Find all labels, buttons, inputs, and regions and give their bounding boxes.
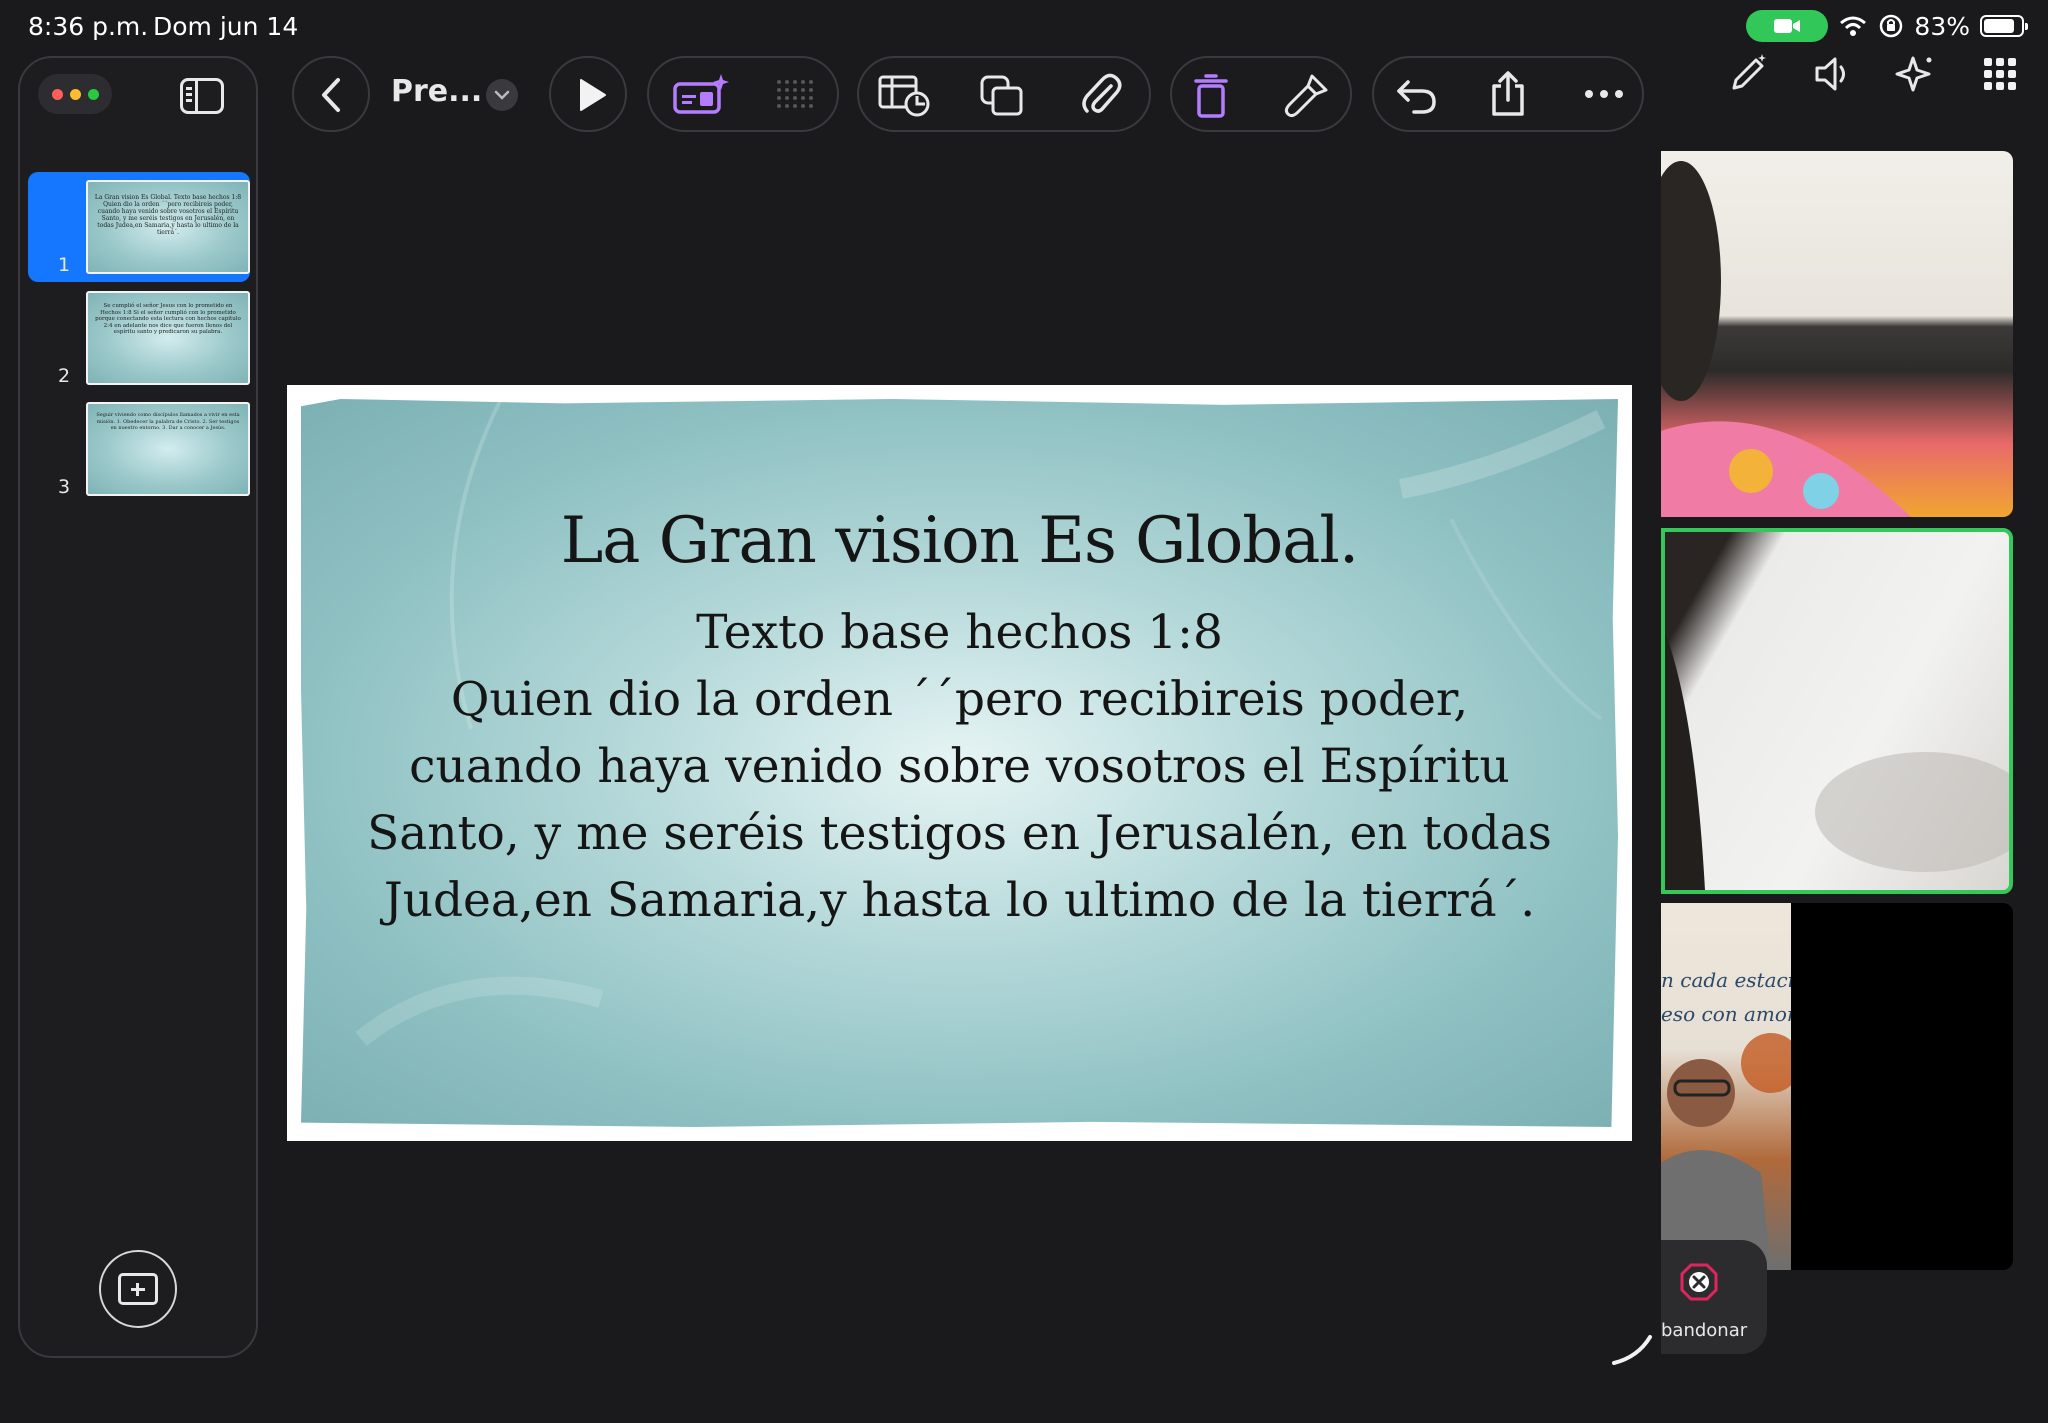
attachment-icon[interactable] bbox=[1079, 72, 1123, 118]
slide-preview: La Gran vision Es Global. Texto base hec… bbox=[86, 180, 250, 274]
slide-body-line: Judea,en Samaria,y hasta lo ultimo de la… bbox=[383, 873, 1536, 928]
video-tile-participant-3[interactable]: n cada estaci eso con amor bbox=[1661, 903, 1791, 1270]
battery-percentage: 83% bbox=[1914, 11, 1970, 41]
wifi-icon bbox=[1840, 16, 1867, 36]
resize-handle-icon[interactable] bbox=[1610, 1325, 1656, 1367]
table-chart-icon[interactable] bbox=[877, 74, 931, 118]
camera-in-use-indicator[interactable] bbox=[1746, 10, 1829, 42]
sparkle-icon[interactable] bbox=[1893, 52, 1937, 96]
markup-pen-icon[interactable] bbox=[1726, 52, 1770, 96]
slide-thumbnail-1[interactable]: 1 La Gran vision Es Global. Texto base h… bbox=[28, 172, 250, 282]
orientation-lock-icon bbox=[1880, 14, 1903, 38]
battery-icon bbox=[1980, 15, 2028, 37]
slide-title[interactable]: La Gran vision Es Global. bbox=[301, 504, 1618, 578]
grid-dots-icon[interactable] bbox=[775, 78, 815, 114]
sidebar-toggle-icon[interactable] bbox=[180, 78, 224, 114]
slide-body-line: Quien dio la orden ´´pero recibireis pod… bbox=[450, 672, 1469, 727]
back-chevron-icon bbox=[322, 78, 340, 112]
chevron-down-icon bbox=[494, 90, 510, 100]
slide-body-line: Santo, y me seréis testigos en Jerusalén… bbox=[367, 806, 1552, 861]
more-icon[interactable] bbox=[1584, 88, 1624, 100]
status-time: 8:36 p.m. bbox=[28, 12, 149, 41]
leave-label: bandonar bbox=[1661, 1320, 1748, 1341]
close-dot-icon bbox=[51, 88, 63, 100]
status-bar: 8:36 p.m. Dom jun 14 83% bbox=[0, 0, 2048, 56]
back-button[interactable] bbox=[292, 56, 370, 132]
status-date: Dom jun 14 bbox=[153, 12, 299, 41]
slide[interactable]: La Gran vision Es Global. Texto base hec… bbox=[301, 399, 1618, 1127]
video-tile-participant-1[interactable] bbox=[1661, 151, 2013, 517]
leave-call-button[interactable]: bandonar bbox=[1661, 1240, 1767, 1354]
minimize-dot-icon bbox=[69, 88, 81, 100]
slide-navigator-sidebar: 1 La Gran vision Es Global. Texto base h… bbox=[18, 56, 258, 1358]
ai-slide-icon[interactable] bbox=[671, 72, 731, 116]
zoom-dot-icon bbox=[87, 88, 99, 100]
format-brush-icon[interactable] bbox=[1284, 72, 1330, 120]
slide-body-line: Texto base hechos 1:8 bbox=[696, 605, 1223, 660]
slide-body-line: cuando haya venido sobre vosotros el Esp… bbox=[409, 739, 1510, 794]
participant-video bbox=[1661, 161, 1911, 517]
insert-group bbox=[647, 56, 839, 132]
sign-line: n cada estaci bbox=[1661, 968, 1791, 992]
window-controls-button[interactable] bbox=[38, 74, 112, 114]
add-slide-icon bbox=[118, 1273, 158, 1305]
delete-icon[interactable] bbox=[1192, 72, 1230, 120]
video-tile-participant-2-active-speaker[interactable] bbox=[1661, 528, 2013, 894]
slide-number: 3 bbox=[58, 476, 71, 498]
edit-group bbox=[1170, 56, 1352, 132]
slide-thumbnail-2[interactable]: 2 Se cumplió el señor Jesus con lo prome… bbox=[28, 283, 250, 393]
video-camera-icon bbox=[1774, 19, 1801, 33]
insert-objects-group bbox=[857, 56, 1151, 132]
leave-x-icon bbox=[1680, 1263, 1718, 1301]
document-title[interactable]: Pre... bbox=[391, 74, 482, 109]
slide-number: 1 bbox=[58, 254, 71, 276]
add-slide-button[interactable] bbox=[99, 1250, 177, 1328]
actions-group bbox=[1372, 56, 1644, 132]
slide-preview: Se cumplió el señor Jesus con lo prometi… bbox=[86, 291, 250, 385]
speaker-icon[interactable] bbox=[1811, 52, 1855, 96]
shapes-icon[interactable] bbox=[979, 74, 1025, 118]
title-dropdown-button[interactable] bbox=[486, 79, 518, 111]
slide-number: 2 bbox=[58, 365, 71, 387]
slide-canvas[interactable]: La Gran vision Es Global. Texto base hec… bbox=[287, 385, 1632, 1141]
participant-video bbox=[1661, 1033, 1791, 1270]
undo-icon[interactable] bbox=[1394, 76, 1438, 116]
share-icon[interactable] bbox=[1488, 70, 1528, 118]
slide-thumbnail-3[interactable]: 3 Seguir viviendo como discípulos llamad… bbox=[28, 394, 250, 504]
slide-preview: Seguir viviendo como discípulos llamados… bbox=[86, 402, 250, 496]
participant-video bbox=[1665, 632, 2009, 890]
slide-body-text[interactable]: Texto base hechos 1:8 Quien dio la orden… bbox=[361, 599, 1558, 934]
play-button[interactable] bbox=[549, 56, 627, 132]
apps-grid-icon[interactable] bbox=[1978, 52, 2022, 96]
battery-fill bbox=[1984, 19, 2014, 33]
play-icon bbox=[580, 79, 606, 111]
background-sign-text: n cada estaci eso con amor bbox=[1661, 963, 1791, 1031]
video-tile-empty bbox=[1791, 903, 2013, 1270]
status-right-group: 83% bbox=[1746, 10, 2028, 42]
